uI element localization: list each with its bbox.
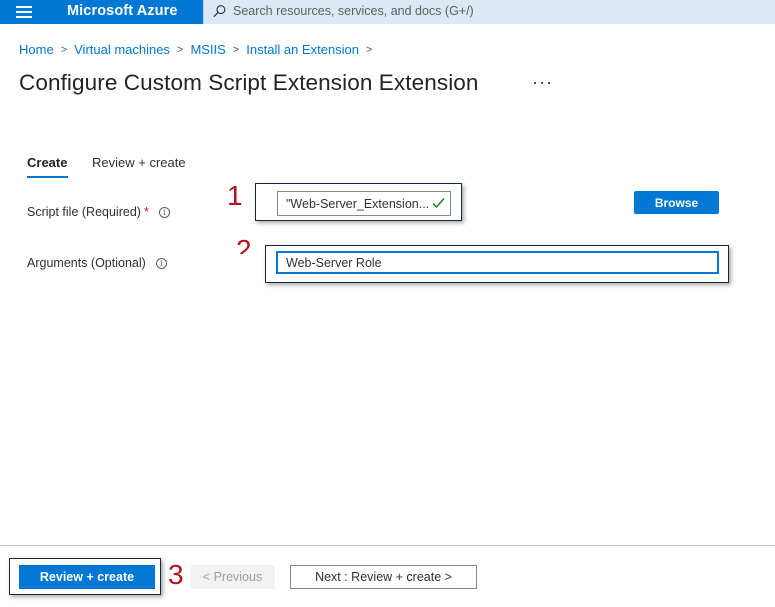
arguments-value: Web-Server Role: [286, 255, 382, 270]
arguments-input[interactable]: Web-Server Role: [276, 251, 719, 274]
active-tab-indicator: [27, 176, 68, 178]
script-file-label-text: Script file (Required): [27, 205, 141, 219]
required-indicator: *: [143, 205, 149, 219]
tab-review-create[interactable]: Review + create: [92, 155, 186, 170]
chevron-right-icon: >: [366, 43, 373, 56]
annotation-number-1: 1: [227, 180, 243, 211]
breadcrumb-install-extension[interactable]: Install an Extension: [246, 42, 359, 57]
next-review-create-button[interactable]: Next : Review + create >: [290, 565, 477, 589]
brand-title[interactable]: Microsoft Azure: [67, 3, 178, 19]
top-bar: Microsoft Azure Search resources, servic…: [0, 0, 775, 24]
checkmark-icon: [432, 198, 445, 209]
review-create-button[interactable]: Review + create: [19, 565, 155, 589]
chevron-right-icon: >: [232, 43, 240, 56]
arguments-label: Arguments (Optional) i: [27, 256, 167, 270]
search-input[interactable]: Search resources, services, and docs (G+…: [203, 0, 775, 24]
tab-create[interactable]: Create: [27, 155, 67, 170]
page-title: Configure Custom Script Extension Extens…: [19, 70, 479, 95]
breadcrumb-home[interactable]: Home: [19, 42, 54, 57]
more-options-icon[interactable]: ···: [532, 72, 553, 93]
browse-button[interactable]: Browse: [634, 191, 719, 214]
footer-divider: [0, 545, 775, 546]
arguments-label-text: Arguments (Optional): [27, 256, 146, 270]
annotation-number-2: 2: [236, 236, 252, 254]
breadcrumb-virtual-machines[interactable]: Virtual machines: [74, 42, 170, 57]
search-placeholder: Search resources, services, and docs (G+…: [233, 4, 474, 18]
previous-button[interactable]: < Previous: [190, 565, 275, 589]
chevron-right-icon: >: [60, 43, 68, 56]
script-file-value: "Web-Server_Extension...: [286, 196, 430, 211]
script-file-input[interactable]: "Web-Server_Extension...: [277, 191, 451, 216]
chevron-right-icon: >: [177, 43, 184, 56]
annotation-number-3: 3: [168, 559, 184, 590]
search-icon: [213, 5, 226, 18]
script-file-label: Script file (Required) * i: [27, 205, 170, 219]
info-icon[interactable]: i: [158, 206, 170, 218]
breadcrumb: Home > Virtual machines > MSIIS > Instal…: [19, 42, 379, 57]
info-icon[interactable]: i: [155, 257, 167, 269]
hamburger-icon[interactable]: [16, 6, 32, 18]
breadcrumb-msiis[interactable]: MSIIS: [190, 42, 225, 57]
